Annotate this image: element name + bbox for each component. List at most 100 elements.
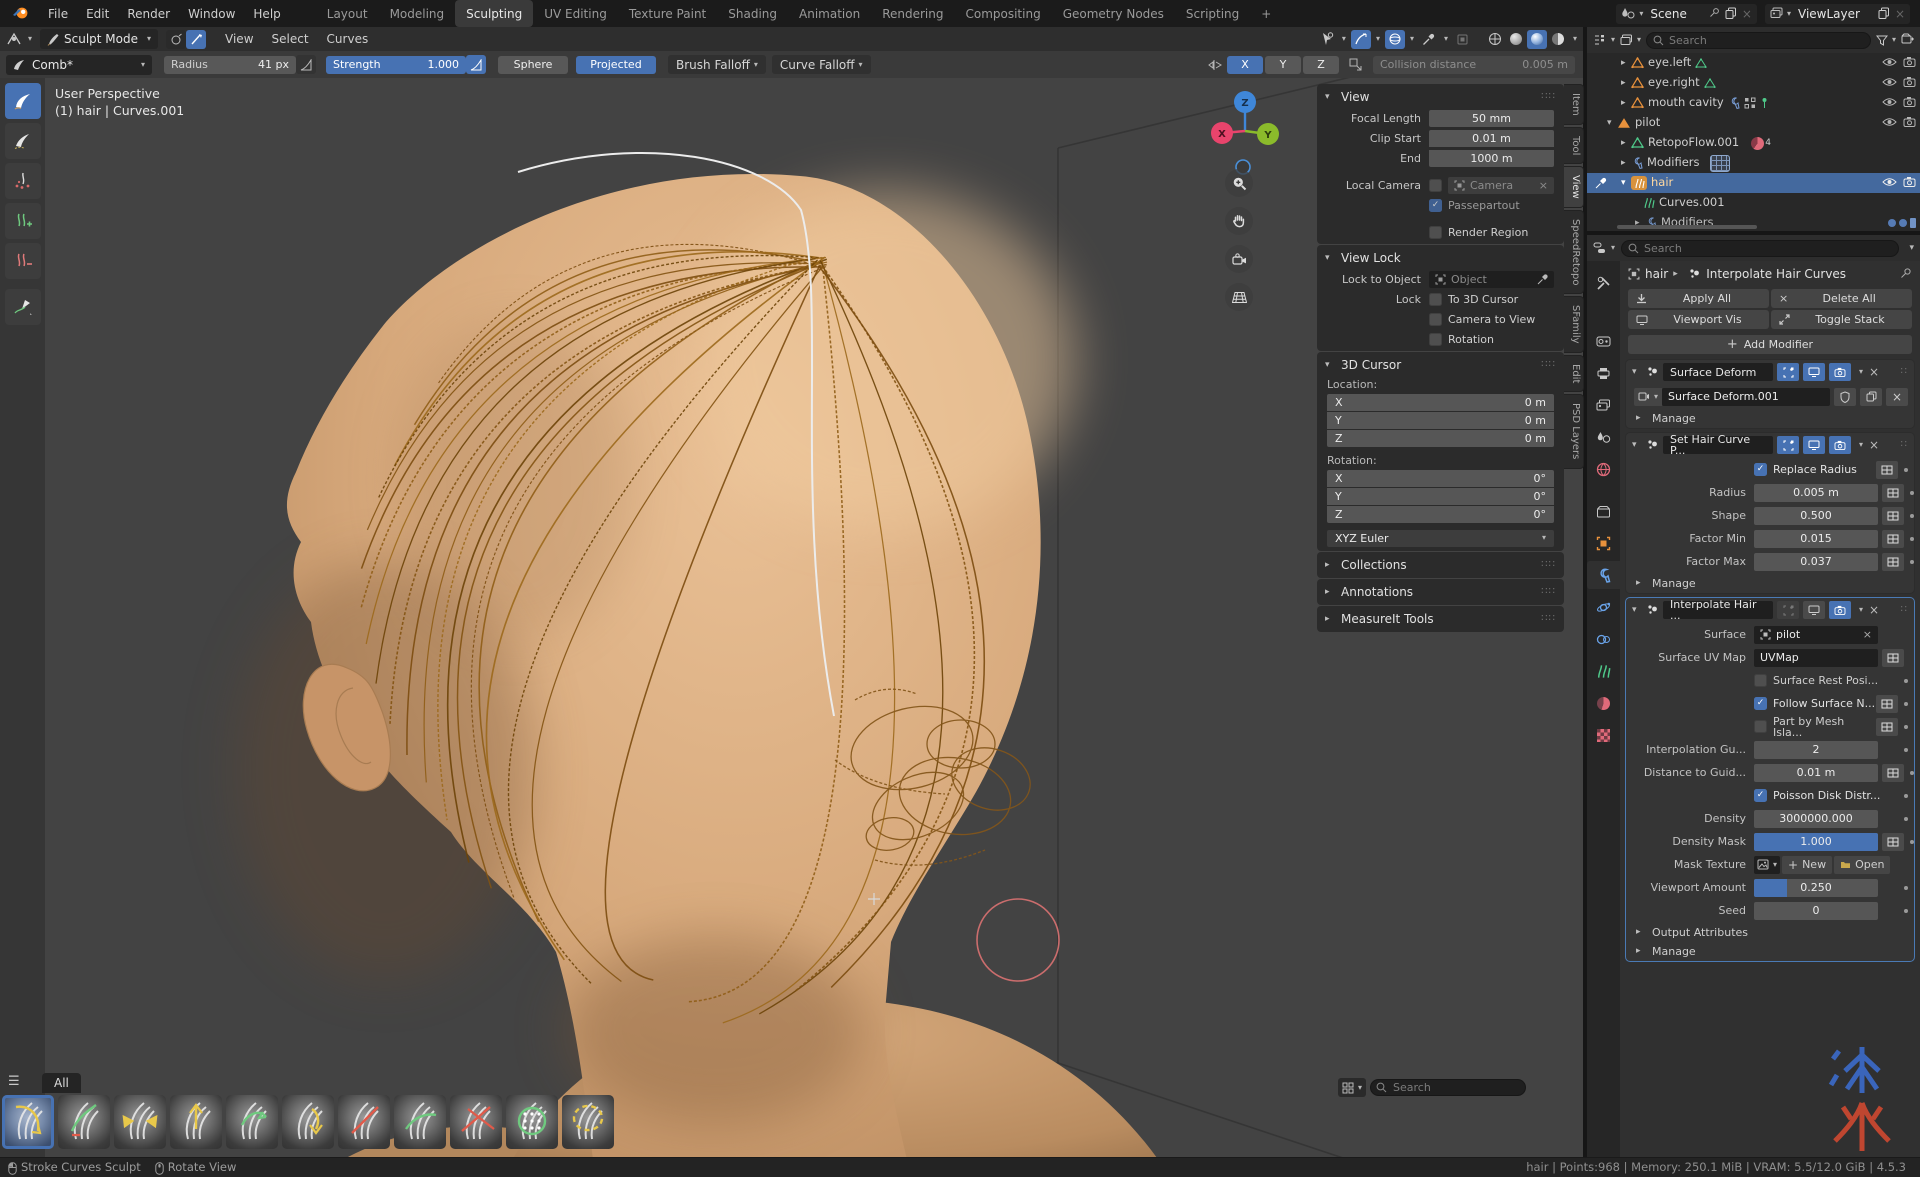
hide-eye-icon[interactable] [1882, 97, 1897, 110]
mirror-x-button[interactable]: X [1227, 56, 1263, 74]
override-icon[interactable] [1882, 530, 1904, 548]
shield-icon[interactable] [1834, 388, 1856, 406]
tab-render-icon[interactable] [1587, 327, 1620, 355]
drag-grip-icon[interactable]: ∷∷ [1541, 360, 1556, 370]
properties-search[interactable] [1621, 240, 1899, 257]
brush-tile-7[interactable] [338, 1095, 390, 1149]
tab-object-icon[interactable] [1587, 529, 1620, 557]
tool-comb-button[interactable] [5, 83, 41, 119]
collision-icon[interactable] [1345, 55, 1365, 74]
seed-field[interactable]: 0 [1754, 902, 1878, 920]
sphere-button[interactable]: Sphere [498, 56, 568, 74]
tool-delete-button[interactable] [5, 243, 41, 279]
workspace-modeling[interactable]: Modeling [379, 0, 456, 27]
override-icon[interactable] [1882, 764, 1904, 782]
zoom-button[interactable] [1225, 169, 1253, 197]
tab-tool[interactable]: Tool [1564, 127, 1584, 164]
modifier-name-pill[interactable]: Surface Deform [1663, 363, 1773, 381]
menu-select[interactable]: Select [263, 33, 318, 45]
scene-name[interactable]: Scene [1650, 8, 1687, 20]
render-region-checkbox[interactable] [1429, 226, 1442, 239]
tool-add-button[interactable] [5, 203, 41, 239]
menu-render[interactable]: Render [118, 8, 179, 20]
collapse-icon[interactable]: ▾ [1632, 606, 1642, 615]
outliner-search-input[interactable] [1646, 32, 1871, 49]
outliner-search[interactable] [1646, 32, 1871, 49]
render-toggle[interactable] [1829, 601, 1851, 619]
tab-physics-icon[interactable] [1587, 593, 1620, 621]
extras-dropdown-icon[interactable]: ▾ [1859, 368, 1863, 376]
brush-tile-1[interactable] [2, 1095, 54, 1149]
view-layer-selector[interactable]: ▾ ViewLayer × [1765, 4, 1910, 24]
disable-render-icon[interactable] [1903, 176, 1916, 190]
clip-start-field[interactable]: 0.01 m [1429, 130, 1554, 147]
override-icon[interactable] [1876, 461, 1898, 479]
grid-perspective-button[interactable] [1225, 283, 1253, 311]
edit-mode-toggle[interactable] [1777, 363, 1799, 381]
brush-tile-11[interactable] [562, 1095, 614, 1149]
density-field[interactable]: 3000000.000 [1754, 810, 1878, 828]
replace-radius-checkbox[interactable]: ✓ [1754, 463, 1767, 476]
output-attributes-subpanel[interactable]: ▸Output Attributes [1626, 923, 1914, 942]
brush-tile-8[interactable] [394, 1095, 446, 1149]
disable-render-icon[interactable] [1903, 56, 1916, 70]
manage-subpanel[interactable]: ▸Manage [1626, 409, 1914, 428]
clear-surface-icon[interactable]: × [1863, 629, 1872, 640]
part-by-mesh-islands-checkbox[interactable] [1754, 720, 1767, 733]
surface-rest-position-checkbox[interactable] [1754, 674, 1767, 687]
tab-item[interactable]: Item [1564, 84, 1584, 125]
outliner-row-pilot[interactable]: ▾ pilot [1587, 113, 1920, 133]
tab-speedretopo[interactable]: SpeedRetopo [1564, 210, 1584, 295]
editor-type-button[interactable]: ▾ [6, 32, 32, 46]
realtime-toggle[interactable] [1803, 601, 1825, 619]
navigation-gizmo[interactable]: Z X Y [1180, 83, 1310, 178]
tool-pen-brush-button[interactable] [5, 123, 41, 159]
mirror-z-button[interactable]: Z [1303, 56, 1339, 74]
eyedropper-icon[interactable] [1537, 274, 1548, 285]
shading-wireframe-icon[interactable] [1485, 30, 1505, 49]
tab-scene-icon[interactable] [1587, 423, 1620, 451]
panel-3d-cursor-header[interactable]: ▾3D Cursor∷∷ [1317, 354, 1564, 376]
radius-pressure-icon[interactable] [296, 55, 316, 74]
unlink-icon[interactable]: × [1886, 388, 1908, 406]
pan-hand-button[interactable] [1225, 207, 1253, 235]
edit-mode-toggle[interactable] [1777, 601, 1799, 619]
properties-options-icon[interactable]: ▾ [1909, 244, 1914, 253]
lock-rotation-checkbox[interactable] [1429, 333, 1442, 346]
breadcrumb-object[interactable]: hair [1645, 268, 1668, 280]
hide-eye-icon[interactable] [1882, 57, 1897, 70]
cursor-loc-x[interactable]: X0 m [1327, 394, 1554, 411]
override-icon[interactable] [1876, 718, 1898, 736]
shelf-display-grid-icon[interactable]: ▾ [1338, 1078, 1366, 1097]
factor-min-field[interactable]: 0.015 [1754, 530, 1878, 548]
brush-tile-10[interactable] [506, 1095, 558, 1149]
workspace-compositing[interactable]: Compositing [954, 0, 1051, 27]
drag-grip-icon[interactable]: ∷ [1901, 440, 1908, 450]
manage-subpanel[interactable]: ▸Manage [1626, 942, 1914, 961]
workspace-scripting[interactable]: Scripting [1175, 0, 1250, 27]
disable-render-icon[interactable] [1903, 96, 1916, 110]
tab-modifiers-icon[interactable] [1587, 561, 1620, 589]
tab-edit[interactable]: Edit [1564, 355, 1584, 392]
menu-curves[interactable]: Curves [318, 33, 378, 45]
falloff-toggle-icon[interactable] [166, 30, 186, 49]
workspace-rendering[interactable]: Rendering [871, 0, 954, 27]
hide-eye-icon[interactable] [1882, 177, 1897, 190]
tab-texture-icon[interactable] [1587, 721, 1620, 749]
panel-collections[interactable]: ▸Collections∷∷ [1317, 552, 1564, 578]
cursor-loc-z[interactable]: Z0 m [1327, 430, 1554, 447]
copy-icon[interactable] [1860, 388, 1882, 406]
override-icon[interactable] [1876, 695, 1898, 713]
overlays-toggle-icon[interactable] [1385, 30, 1405, 49]
add-modifier-button[interactable]: +Add Modifier [1628, 335, 1912, 354]
shading-rendered-icon[interactable] [1548, 30, 1568, 49]
toggle-stack-button[interactable]: Toggle Stack [1771, 310, 1912, 329]
disable-render-icon[interactable] [1903, 116, 1916, 130]
override-icon[interactable] [1882, 649, 1904, 667]
modifier-name-pill[interactable]: Interpolate Hair ... [1663, 601, 1773, 619]
lock-to-object-field[interactable]: Object [1429, 271, 1554, 288]
outliner-row-eye-left[interactable]: ▸ eye.left [1587, 53, 1920, 73]
workspace-texture-paint[interactable]: Texture Paint [618, 0, 717, 27]
bind-mode-icon[interactable]: ▾ [1634, 388, 1662, 406]
panel-view-lock-header[interactable]: ▾View Lock [1317, 247, 1564, 269]
